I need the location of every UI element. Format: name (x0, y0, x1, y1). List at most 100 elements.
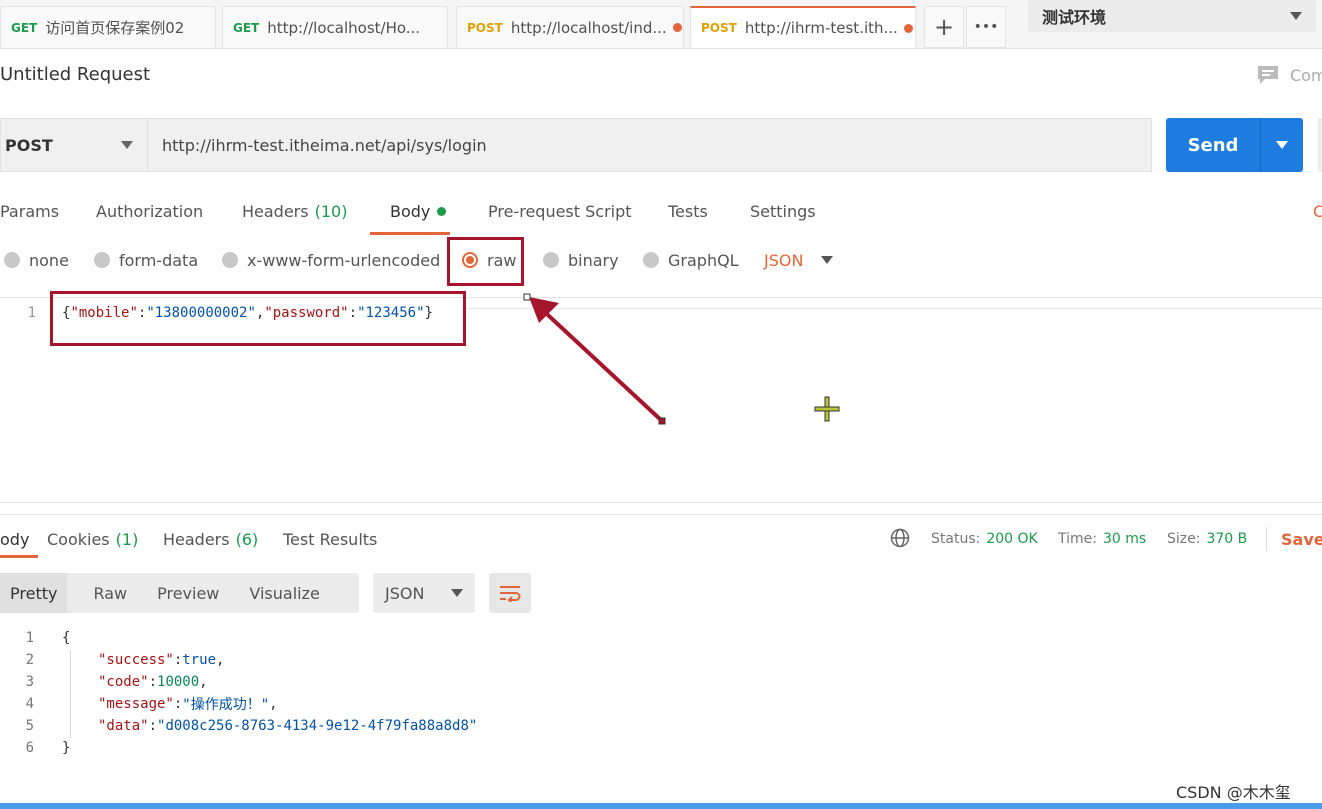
json-key: "message" (98, 696, 174, 712)
response-tab-body[interactable]: ody (0, 527, 29, 551)
radio-label: binary (568, 250, 619, 270)
wrap-lines-icon (500, 586, 521, 602)
ellipsis-icon: ••• (973, 19, 999, 35)
tab-label: C (1313, 201, 1322, 221)
response-tab-headers[interactable]: Headers (6) (163, 527, 258, 551)
response-line: 6 } (0, 737, 71, 759)
radio-urlencoded[interactable]: x-www-form-urlencoded (222, 248, 440, 272)
status-value: 200 OK (986, 531, 1038, 547)
radio-none[interactable]: none (4, 248, 69, 272)
tab-title: http://ihrm-test.ith... (744, 19, 898, 37)
response-size: Size: 370 B (1167, 527, 1247, 551)
raw-type-select[interactable]: JSON (764, 248, 834, 272)
comments-button[interactable]: Com (1256, 64, 1322, 86)
tab-tests[interactable]: Tests (668, 199, 708, 223)
environment-select[interactable]: 测试环境 (1028, 0, 1316, 32)
wrap-lines-button[interactable] (489, 573, 531, 613)
cookies-count: (1) (115, 529, 139, 549)
response-tab-cookies[interactable]: Cookies (1) (47, 527, 138, 551)
size-value: 370 B (1206, 531, 1248, 547)
url-input[interactable]: http://ihrm-test.itheima.net/api/sys/log… (147, 118, 1152, 172)
tab-prerequest-script[interactable]: Pre-request Script (488, 199, 632, 223)
globe-icon[interactable] (890, 528, 910, 548)
chevron-down-icon (121, 141, 133, 149)
headers-count: (10) (314, 201, 348, 221)
http-method-select[interactable]: POST (0, 118, 147, 172)
radio-binary[interactable]: binary (543, 248, 619, 272)
response-line: 2 "success": true, (0, 649, 225, 671)
comma: , (216, 652, 225, 668)
time-label: Time: (1058, 531, 1097, 547)
request-tab-4-active[interactable]: POST http://ihrm-test.ith... (690, 6, 916, 48)
plus-icon: + (933, 13, 955, 41)
radio-label: GraphQL (668, 250, 739, 270)
save-request-button[interactable] (1318, 118, 1322, 172)
radio-graphql[interactable]: GraphQL (643, 248, 739, 272)
tab-label: ody (0, 529, 30, 549)
tab-method-label: POST (467, 20, 503, 35)
line-number: 1 (25, 630, 34, 646)
tab-params[interactable]: Params (0, 199, 59, 223)
response-time: Time: 30 ms (1058, 527, 1146, 551)
new-tab-button[interactable]: + (924, 6, 964, 48)
line-number: 3 (25, 674, 34, 690)
radio-circle-icon (94, 252, 110, 268)
status-label: Status: (931, 531, 981, 547)
chevron-down-icon (821, 256, 834, 264)
format-preview-button[interactable]: Preview (147, 573, 229, 613)
tab-settings[interactable]: Settings (750, 199, 816, 223)
response-type-select[interactable]: JSON (373, 573, 475, 613)
environment-label: 测试环境 (1042, 8, 1107, 27)
unsaved-dot-icon (903, 23, 913, 33)
line-number: 5 (25, 718, 34, 734)
radio-label: x-www-form-urlencoded (247, 250, 441, 270)
json-brace: { (62, 630, 71, 646)
tab-headers[interactable]: Headers (10) (242, 199, 347, 223)
request-tab-2[interactable]: GET http://localhost/Ho... (222, 6, 448, 48)
format-pretty-button[interactable]: Pretty (0, 573, 68, 613)
tab-body[interactable]: Body (390, 199, 447, 223)
json-key: "code" (98, 674, 149, 690)
tab-label: Headers (242, 201, 309, 221)
annotation-highlight-body (50, 291, 466, 346)
tab-label: Tests (668, 201, 708, 221)
tab-label: Settings (750, 201, 816, 221)
request-tab-3[interactable]: POST http://localhost/ind... (456, 6, 684, 48)
response-divider (0, 514, 1322, 515)
send-button[interactable]: Send (1166, 118, 1303, 172)
more-tabs-button[interactable]: ••• (966, 6, 1006, 48)
colon: : (173, 652, 183, 668)
tab-label: Pre-request Script (488, 201, 632, 221)
response-line: 1 { (0, 627, 71, 649)
request-title[interactable]: Untitled Request (0, 64, 150, 85)
json-brace: } (62, 740, 71, 756)
colon: : (148, 718, 158, 734)
chevron-down-icon (451, 589, 463, 597)
comma: , (269, 696, 278, 712)
tab-label: Test Results (283, 529, 378, 549)
send-options-button[interactable] (1261, 138, 1303, 153)
json-value: "操作成功！" (182, 697, 270, 713)
format-visualize-button[interactable]: Visualize (239, 573, 329, 613)
annotation-arrow-icon (523, 293, 666, 425)
response-tab-test-results[interactable]: Test Results (283, 527, 377, 551)
tab-title: http://localhost/Ho... (267, 18, 421, 37)
request-tab-1[interactable]: GET 访问首页保存案例02 (0, 6, 216, 48)
send-label: Send (1187, 134, 1239, 156)
chevron-down-icon (1290, 12, 1302, 20)
response-format-group: Pretty Raw Preview Visualize (0, 573, 359, 613)
comment-icon (1258, 66, 1278, 84)
response-type-label: JSON (385, 583, 425, 603)
colon: : (173, 696, 183, 712)
radio-label: form-data (119, 250, 199, 270)
tab-cookies-link[interactable]: C (1313, 199, 1322, 223)
line-number: 6 (25, 740, 34, 756)
raw-type-label: JSON (764, 250, 804, 270)
active-tab-underline (0, 555, 38, 558)
response-status: Status: 200 OK (931, 527, 1038, 551)
radio-form-data[interactable]: form-data (94, 248, 198, 272)
tab-authorization[interactable]: Authorization (96, 199, 203, 223)
save-response-button[interactable]: Save (1281, 527, 1322, 551)
format-raw-button[interactable]: Raw (83, 573, 137, 613)
response-line: 4 "message": "操作成功！", (0, 693, 278, 715)
